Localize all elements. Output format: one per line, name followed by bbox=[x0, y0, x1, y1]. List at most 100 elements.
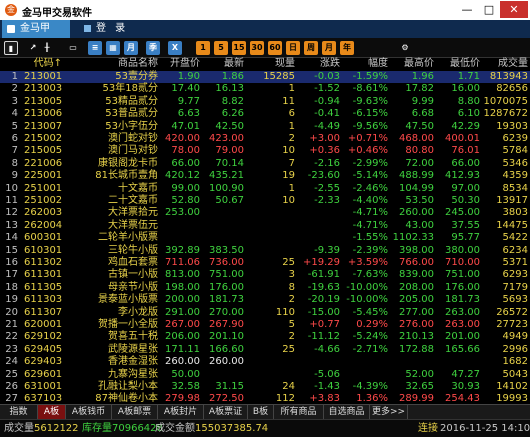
cell-change: +19.29 bbox=[302, 257, 340, 268]
minimize-button[interactable]: — bbox=[456, 1, 478, 18]
cell-low: 30.93 bbox=[451, 381, 480, 392]
table-row[interactable]: 11 251002 二十文嘉币 52.80 50.67 10 -2.33 -4.40% 53.5… bbox=[0, 195, 530, 207]
table-row[interactable]: 5 213007 53小字伍分 47.01 42.50 1 -4.49 -9.56% 47.50… bbox=[0, 121, 530, 133]
table-row[interactable]: 3 213005 53精品贰分 9.77 8.82 11 -0.94 -9.63% 9.99 8.… bbox=[0, 96, 530, 108]
bottom-tab[interactable]: A板邮票 bbox=[112, 405, 158, 420]
bottom-tab[interactable]: A板钱币 bbox=[66, 405, 112, 420]
month-icon[interactable]: 月 bbox=[124, 41, 138, 55]
table-row[interactable]: 6 215002 澳门蛇对钞 420.00 423.00 2 +3.00 +0.71% 468.… bbox=[0, 133, 530, 145]
table-row[interactable]: 14 600301 二轮羊小版票 -1.55% 1102.33 95.77 5422 bbox=[0, 232, 530, 244]
x-icon[interactable]: X bbox=[168, 41, 182, 55]
gear-icon[interactable]: ⚙ bbox=[398, 41, 412, 55]
cell-volume: 25 bbox=[282, 343, 295, 355]
cell-last: 166.60 bbox=[209, 343, 244, 355]
table-row[interactable]: 19 611303 景泰蓝小版票 200.00 181.73 2 -20.19 -10.00%… bbox=[0, 294, 530, 306]
tab-jinmajia[interactable]: 金马甲 bbox=[2, 20, 70, 38]
bottom-tab[interactable]: 指数 bbox=[0, 405, 38, 420]
bottom-tab[interactable]: 自选商品 bbox=[324, 405, 370, 420]
table-row[interactable]: 26 631001 孔融让梨小本 32.58 31.15 24 -1.43 -4.39% 32.… bbox=[0, 381, 530, 393]
cell-volume: 6 bbox=[288, 108, 295, 120]
cell-volume: 11 bbox=[282, 95, 295, 107]
table-row[interactable]: 4 213006 53普品贰分 6.63 6.26 6 -0.41 -6.15% 6.68 6.1… bbox=[0, 108, 530, 120]
cell-pct: 0.29% bbox=[356, 319, 388, 330]
status-volume-value: 5612122 bbox=[34, 423, 79, 434]
table-row[interactable]: 21 620001 贺播一小全版 267.00 267.90 5 +0.77 0.29% 276… bbox=[0, 319, 530, 331]
line-chart-icon[interactable]: ↗ bbox=[26, 41, 40, 55]
year-icon[interactable]: 年 bbox=[340, 41, 354, 55]
cell-name: 孔融让梨小本 bbox=[98, 381, 158, 392]
header-high[interactable]: 最高价 bbox=[390, 58, 434, 70]
period-60-icon[interactable]: 60 bbox=[268, 41, 282, 55]
month2-icon[interactable]: 月 bbox=[322, 41, 336, 55]
table-icon[interactable]: ▦ bbox=[106, 41, 120, 55]
period-5-icon[interactable]: 5 bbox=[214, 41, 228, 55]
cell-high: 468.00 bbox=[399, 133, 434, 144]
tab-home-icon bbox=[7, 25, 15, 33]
bottom-tab[interactable]: B板 bbox=[248, 405, 274, 420]
header-amount[interactable]: 成交量 bbox=[482, 58, 528, 70]
table-row[interactable]: 7 215005 澳门马对钞 78.00 79.00 10 +0.36 +0.46% 80.80… bbox=[0, 145, 530, 157]
season-icon[interactable]: 季 bbox=[146, 41, 160, 55]
table-row[interactable]: 15 610301 三轮牛小版 392.89 383.50 -9.39 -2.39% 398.… bbox=[0, 245, 530, 257]
table-row[interactable]: 22 629102 贺喜五十税 206.00 201.10 2 -11.12 -5.24% 21… bbox=[0, 331, 530, 343]
header-last[interactable]: 最新 bbox=[202, 58, 244, 70]
cell-volume: 110 bbox=[275, 306, 295, 318]
bottom-tab[interactable]: 所有商品 bbox=[274, 405, 324, 420]
table-row[interactable]: 18 611305 母亲节小版 198.00 176.00 8 -19.63 -10.00% 2… bbox=[0, 282, 530, 294]
table-row[interactable]: 1 213001 53壹分券 1.90 1.86 15285 -0.03 -1.59% 1.96… bbox=[0, 71, 530, 84]
cell-change: +0.77 bbox=[309, 319, 340, 330]
cell-change: +0.36 bbox=[309, 145, 340, 157]
table-row[interactable]: 12 262003 大洋票拾元 253.00 -4.71% 260.00 245.00 380… bbox=[0, 207, 530, 219]
header-volume[interactable]: 现量 bbox=[246, 58, 295, 70]
header-open[interactable]: 开盘价 bbox=[160, 58, 200, 70]
cell-pct: -4.39% bbox=[352, 381, 388, 392]
status-volume-label: 成交量 bbox=[4, 423, 34, 434]
cell-high: 839.00 bbox=[399, 269, 434, 281]
cell-code: 629102 bbox=[24, 331, 63, 343]
table-row[interactable]: 8 221006 康银阁龙卡币 66.00 70.14 7 -2.16 -2.99% 72.00… bbox=[0, 158, 530, 170]
header-pct[interactable]: 幅度 bbox=[342, 58, 388, 70]
window-icon[interactable]: ▭ bbox=[66, 41, 80, 55]
table-row[interactable]: 10 251001 十文嘉币 99.00 100.90 1 -2.55 -2.46% 104.9… bbox=[0, 183, 530, 195]
bottom-tab[interactable]: A板 bbox=[38, 405, 66, 420]
row-index: 9 bbox=[11, 170, 18, 182]
header-code[interactable]: 代码↑ bbox=[24, 58, 62, 70]
week-icon[interactable]: 周 bbox=[304, 41, 318, 55]
header-low[interactable]: 最低价 bbox=[436, 58, 480, 70]
close-button[interactable]: ✕ bbox=[500, 1, 528, 18]
cell-code: 611303 bbox=[24, 294, 63, 306]
header-name[interactable]: 商品名称 bbox=[72, 58, 158, 70]
table-row[interactable]: 13 262004 大洋票伍元 -4.71% 43.00 37.55 14475 bbox=[0, 220, 530, 232]
bottom-tab[interactable]: 更多>> bbox=[370, 405, 408, 420]
cell-low: 380.00 bbox=[445, 244, 480, 256]
bottom-tab[interactable]: A板票证 bbox=[204, 405, 248, 420]
header-change[interactable]: 涨跌 bbox=[298, 58, 340, 70]
table-row[interactable]: 17 611301 古镇一小版 813.00 751.00 3 -61.91 -7.63% 83… bbox=[0, 269, 530, 281]
day-icon[interactable]: 日 bbox=[286, 41, 300, 55]
table-row[interactable]: 24 629403 香港金湿张 260.00 260.00 1682 bbox=[0, 356, 530, 368]
table-row[interactable]: 20 611307 李小龙版 291.00 270.00 110 -15.00 -5.45% 2… bbox=[0, 307, 530, 319]
cell-open: 291.00 bbox=[165, 306, 200, 318]
tab-login-label: 登 录 bbox=[96, 23, 129, 34]
cell-open: 66.00 bbox=[171, 157, 200, 169]
table-row[interactable]: 25 629601 九寨沟星张 50.00 -5.06 52.00 47.27 5043 bbox=[0, 369, 530, 381]
cell-open: 420.12 bbox=[165, 170, 200, 182]
list-icon[interactable]: ≡ bbox=[88, 41, 102, 55]
cell-open: 420.00 bbox=[165, 133, 200, 144]
row-index: 10 bbox=[5, 182, 18, 194]
kline-icon[interactable]: ╫ bbox=[40, 41, 54, 55]
bar-chart-icon[interactable]: ▮ bbox=[4, 41, 18, 55]
maximize-button[interactable]: □ bbox=[478, 1, 500, 18]
table-row[interactable]: 23 629405 武陵源星张 171.11 166.60 25 -4.66 -2.71% 17… bbox=[0, 344, 530, 356]
cell-high: 766.00 bbox=[399, 257, 434, 268]
table-row[interactable]: 16 611302 鸡血石套票 711.06 736.00 25 +19.29 +3.59% 7… bbox=[0, 257, 530, 269]
period-15-icon[interactable]: 15 bbox=[232, 41, 246, 55]
cell-volume: 24 bbox=[282, 381, 295, 392]
cell-change: +3.00 bbox=[309, 133, 340, 144]
period-1-icon[interactable]: 1 bbox=[196, 41, 210, 55]
table-row[interactable]: 2 213003 53年18贰分 17.40 16.13 1 -1.52 -8.61% 17.8… bbox=[0, 83, 530, 95]
bottom-tab[interactable]: A板封片 bbox=[158, 405, 204, 420]
period-30-icon[interactable]: 30 bbox=[250, 41, 264, 55]
tab-login[interactable]: 登 录 bbox=[82, 20, 128, 38]
table-row[interactable]: 9 225001 81长城币壹角 420.12 435.21 19 -23.60 -5.14%… bbox=[0, 170, 530, 182]
